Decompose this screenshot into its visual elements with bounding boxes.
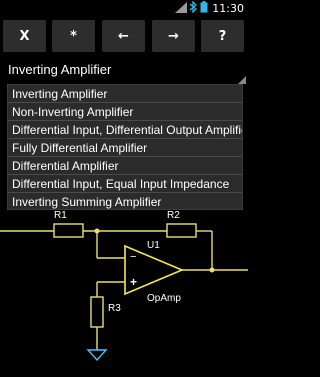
help-button[interactable]: ?: [201, 20, 244, 52]
status-bar: 11:30: [0, 0, 248, 17]
spinner-selected-label: Inverting Amplifier: [8, 62, 112, 77]
junction-dot: [209, 267, 215, 273]
circuit-schematic: R1 R2 U1 − + OpAmp R3: [0, 210, 248, 377]
dropdown-option[interactable]: Inverting Amplifier: [8, 85, 242, 103]
plus-input-label: +: [130, 275, 138, 289]
bluetooth-icon: [189, 0, 198, 18]
back-button[interactable]: ←: [102, 20, 145, 52]
clock: 11:30: [212, 2, 244, 15]
r2-resistor: [166, 223, 197, 238]
dropdown-option[interactable]: Differential Input, Equal Input Impedanc…: [8, 175, 242, 193]
status-icons: 11:30: [175, 0, 244, 17]
r2-label: R2: [167, 210, 180, 221]
dropdown-option[interactable]: Differential Input, Differential Output …: [8, 121, 242, 139]
r1-label: R1: [54, 210, 67, 221]
opamp-label: OpAmp: [147, 293, 181, 304]
r3-resistor: [90, 296, 104, 328]
toolbar: X * ← → ?: [0, 17, 248, 55]
circuit-type-dropdown: Inverting Amplifier Non-Inverting Amplif…: [7, 84, 243, 210]
close-button[interactable]: X: [3, 20, 46, 52]
r3-label: R3: [108, 303, 121, 314]
u1-label: U1: [147, 240, 160, 251]
favorite-button[interactable]: *: [52, 20, 95, 52]
minus-input-label: −: [130, 251, 137, 263]
dropdown-option[interactable]: Inverting Summing Amplifier: [8, 193, 242, 209]
circuit-type-spinner[interactable]: Inverting Amplifier: [0, 58, 248, 84]
r1-resistor: [53, 223, 84, 238]
battery-icon: [200, 0, 208, 18]
junction-dot: [94, 228, 100, 234]
dropdown-option[interactable]: Non-Inverting Amplifier: [8, 103, 242, 121]
dropdown-option[interactable]: Differential Amplifier: [8, 157, 242, 175]
signal-icon: [175, 0, 188, 18]
schematic-drawing: [0, 223, 248, 362]
dropdown-option[interactable]: Fully Differential Amplifier: [8, 139, 242, 157]
forward-button[interactable]: →: [152, 20, 195, 52]
spinner-arrow-icon: [238, 76, 246, 84]
ground-symbol: [86, 349, 108, 362]
